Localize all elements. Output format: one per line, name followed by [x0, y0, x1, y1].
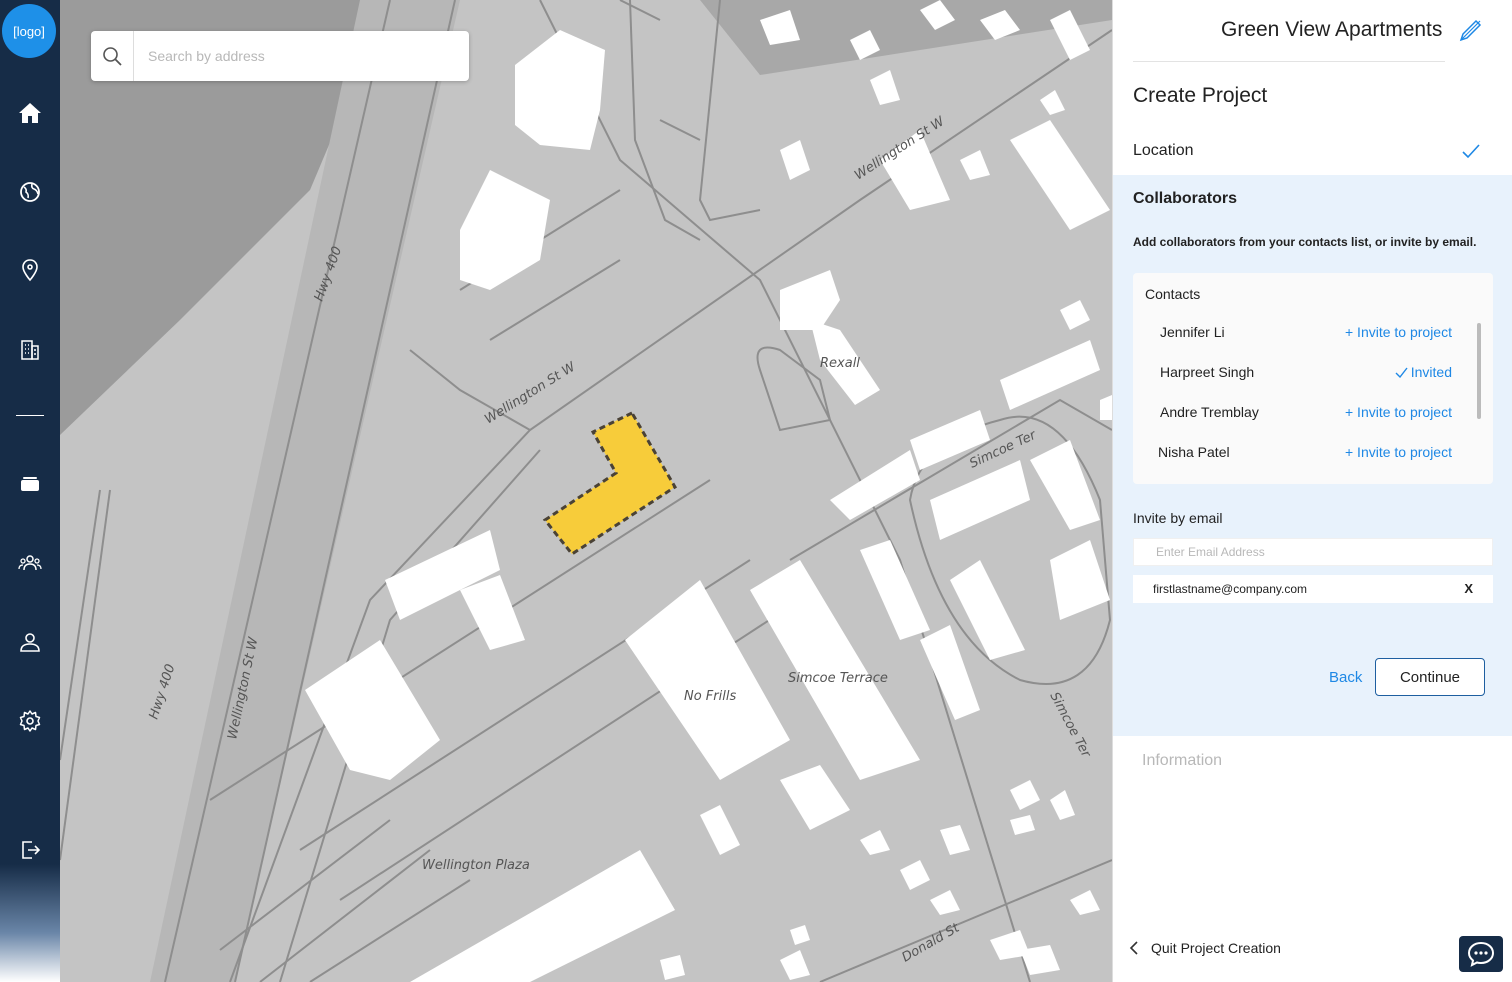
sidebar: [logo] [0, 0, 60, 982]
map-label-wellington-plaza: Wellington Plaza [422, 858, 530, 873]
page-heading: Create Project [1133, 84, 1268, 107]
layers-icon [21, 477, 39, 491]
check-icon [1395, 367, 1408, 379]
step-information: Information [1142, 752, 1223, 769]
nav-globe[interactable] [0, 172, 60, 212]
chevron-left-icon [1129, 941, 1138, 955]
map-label-rexall: Rexall [820, 356, 860, 371]
search-input[interactable] [146, 33, 469, 79]
nav-home[interactable] [0, 93, 60, 133]
invited-label: Invited [1410, 364, 1452, 380]
contact-row: Nisha Patel + Invite to project [1133, 444, 1463, 484]
quit-project-button[interactable]: Quit Project Creation [1129, 940, 1281, 956]
sidebar-divider [16, 415, 44, 416]
quit-label: Quit Project Creation [1151, 940, 1281, 956]
users-icon [18, 555, 42, 571]
invite-link[interactable]: + Invite to project [1345, 444, 1452, 460]
contact-name: Andre Tremblay [1160, 404, 1259, 420]
home-icon [19, 103, 41, 123]
invite-link[interactable]: + Invite to project [1345, 404, 1452, 420]
title-divider [1133, 61, 1445, 62]
contacts-title: Contacts [1145, 286, 1201, 302]
contacts-list[interactable]: Contacts Jennifer Li + Invite to project… [1133, 273, 1493, 484]
user-icon [20, 633, 40, 652]
invite-by-email-label: Invite by email [1133, 510, 1223, 526]
email-chip-address: firstlastname@company.com [1153, 582, 1308, 596]
contact-row: Andre Tremblay + Invite to project [1133, 404, 1463, 444]
edit-title-button[interactable] [1457, 18, 1483, 44]
nav-buildings[interactable] [0, 330, 60, 370]
map-canvas[interactable]: Hwy 400 Hwy 400 Wellington St W Wellingt… [60, 0, 1112, 982]
chat-bubble-icon [1467, 941, 1495, 967]
contact-name: Jennifer Li [1160, 324, 1225, 340]
step-complete-check-icon [1461, 141, 1481, 166]
step-location[interactable]: Location [1133, 142, 1194, 160]
search-button[interactable] [91, 31, 134, 81]
globe-icon [20, 182, 40, 202]
collaborators-section: Collaborators Add collaborators from you… [1113, 175, 1512, 736]
invited-status: Invited [1395, 364, 1452, 380]
email-input[interactable] [1133, 538, 1493, 566]
project-panel: Green View Apartments Create Project Loc… [1112, 0, 1512, 982]
remove-email-button[interactable]: X [1464, 581, 1473, 596]
back-button[interactable]: Back [1329, 669, 1362, 686]
project-title: Green View Apartments [1221, 18, 1443, 41]
gear-icon [19, 710, 41, 732]
location-pin-icon [22, 259, 38, 282]
contact-row: Harpreet Singh Invited [1133, 364, 1463, 404]
step-collaborators: Collaborators [1133, 190, 1238, 207]
logo[interactable]: [logo] [2, 4, 56, 58]
contact-name: Harpreet Singh [1160, 364, 1255, 380]
nav-layers[interactable] [0, 464, 60, 504]
nav-profile[interactable] [0, 622, 60, 662]
collaborators-description: Add collaborators from your contacts lis… [1133, 235, 1477, 249]
nav-team[interactable] [0, 543, 60, 583]
logout-icon [22, 841, 41, 859]
email-chip: firstlastname@company.com X [1133, 575, 1493, 603]
contacts-scrollbar[interactable] [1477, 323, 1481, 419]
search-icon [103, 47, 122, 66]
map-label-simcoe-terrace: Simcoe Terrace [788, 671, 888, 686]
contact-row: Jennifer Li + Invite to project [1133, 324, 1463, 364]
nav-settings[interactable] [0, 701, 60, 741]
invite-link[interactable]: + Invite to project [1345, 324, 1452, 340]
nav-logout[interactable] [0, 830, 60, 870]
map-view[interactable]: Hwy 400 Hwy 400 Wellington St W Wellingt… [60, 0, 1112, 982]
pencil-icon [1459, 19, 1482, 42]
building-icon [21, 340, 39, 360]
search-box [91, 31, 469, 81]
contact-name: Nisha Patel [1158, 444, 1230, 460]
nav-location[interactable] [0, 250, 60, 290]
map-label-no-frills: No Frills [684, 689, 736, 704]
chat-button[interactable] [1459, 936, 1503, 972]
continue-button[interactable]: Continue [1375, 658, 1485, 696]
